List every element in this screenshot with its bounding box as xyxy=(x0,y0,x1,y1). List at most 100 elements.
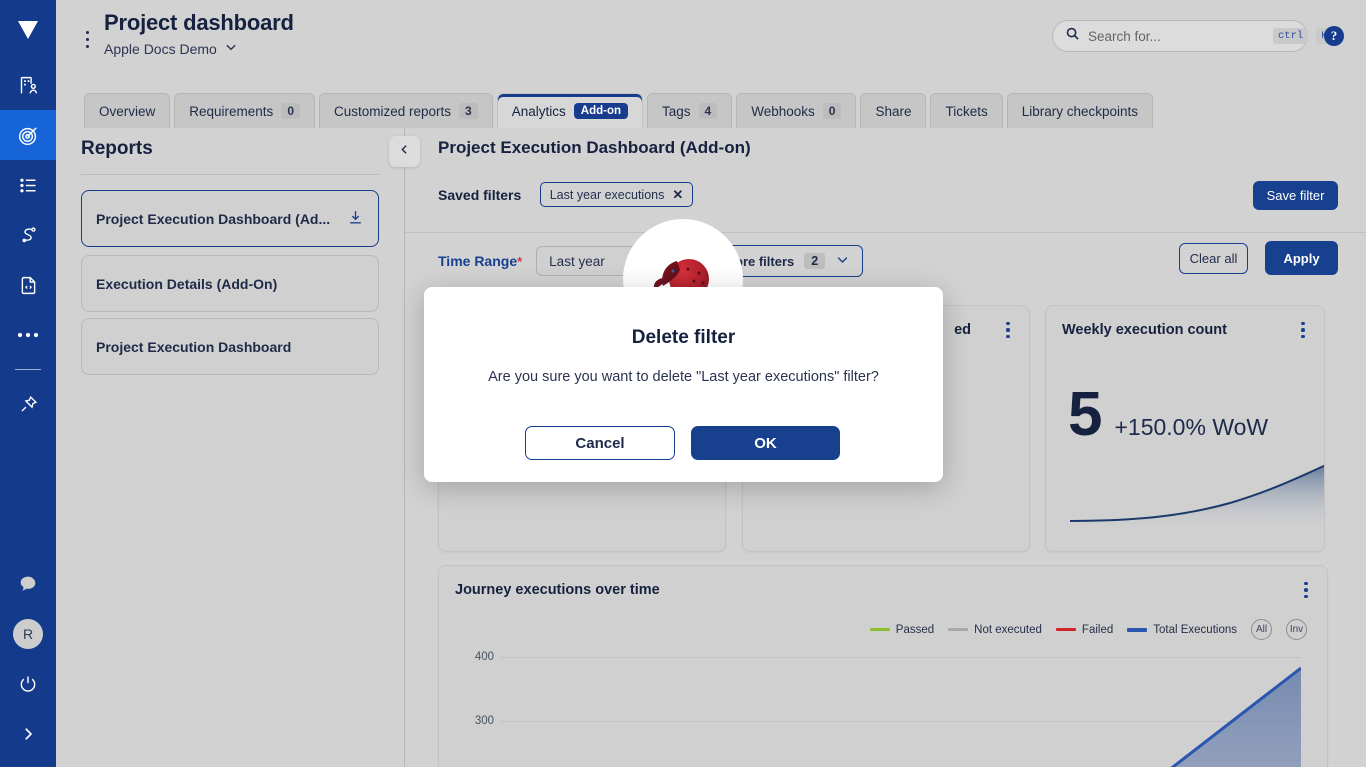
tab-label: Requirements xyxy=(189,103,274,119)
sidebar-item-journeys[interactable] xyxy=(0,210,56,260)
delete-filter-dialog: Delete filter Are you sure you want to d… xyxy=(424,287,943,482)
sidebar-item-support[interactable] xyxy=(0,559,56,609)
collapse-sidebar-button[interactable] xyxy=(389,136,420,167)
weekly-execution-kpi: 5 +150.0% WoW xyxy=(1068,380,1269,449)
download-icon[interactable] xyxy=(347,209,364,229)
tab-count: 0 xyxy=(281,103,300,119)
dialog-message: Are you sure you want to delete "Last ye… xyxy=(488,369,879,385)
file-code-icon xyxy=(18,275,39,296)
save-filter-button[interactable]: Save filter xyxy=(1253,181,1338,210)
legend-swatch xyxy=(1127,627,1148,632)
sidebar-item-more[interactable] xyxy=(0,310,56,360)
weekly-execution-count-kebab-menu-icon[interactable] xyxy=(1296,320,1310,340)
saved-filters-label: Saved filters xyxy=(438,186,522,203)
tab-count: 4 xyxy=(698,103,718,119)
tab-addon-badge: Add-on xyxy=(573,103,628,119)
reports-divider xyxy=(81,174,379,175)
app-logo[interactable] xyxy=(0,0,56,60)
legend-label: Not executed xyxy=(974,623,1042,636)
tab-label: Customized reports xyxy=(334,103,452,119)
y-tick-300: 300 xyxy=(474,715,494,727)
legend-item-not-executed[interactable]: Not executed xyxy=(948,624,1042,636)
chevron-right-icon xyxy=(19,725,37,743)
report-label: Execution Details (Add-On) xyxy=(96,275,278,292)
saved-filter-chip[interactable]: Last year executions ✕ xyxy=(539,182,694,207)
close-icon[interactable]: ✕ xyxy=(672,187,683,203)
weekly-execution-count-card[interactable]: Weekly execution count 5 +150.0% WoW xyxy=(1045,305,1325,552)
chevron-left-icon xyxy=(398,143,411,161)
chart-kebab-menu-icon[interactable] xyxy=(1299,580,1313,600)
legend-label: Passed xyxy=(895,623,935,636)
chart-legend: Passed Not executed Failed Total Executi… xyxy=(869,619,1307,640)
tab-label: Library checkpoints xyxy=(1021,103,1139,119)
chevron-down-icon xyxy=(835,252,850,270)
report-label: Project Execution Dashboard (Ad... xyxy=(96,210,331,227)
sidebar-item-pinned[interactable] xyxy=(0,379,56,429)
search-input[interactable] xyxy=(1088,28,1265,44)
sidebar-item-test-cases[interactable] xyxy=(0,160,56,210)
top-header: Project dashboard Apple Docs Demo ctrl K… xyxy=(56,0,1366,88)
ellipsis-icon xyxy=(17,331,39,339)
legend-item-passed[interactable]: Passed xyxy=(869,623,935,636)
tab-share[interactable]: Share xyxy=(860,93,927,128)
legend-item-failed[interactable]: Failed xyxy=(1055,624,1113,636)
tab-tickets[interactable]: Tickets xyxy=(930,93,1003,128)
route-icon xyxy=(18,225,39,246)
sidebar-item-projects[interactable] xyxy=(0,110,56,160)
legend-invert-toggle[interactable]: Inv xyxy=(1286,619,1307,640)
target-icon xyxy=(17,124,40,147)
sidebar-item-organization[interactable] xyxy=(0,60,56,110)
power-icon xyxy=(18,674,38,694)
left-nav-rail: R xyxy=(0,0,56,767)
weekly-execution-count-title: Weekly execution count xyxy=(1062,322,1227,338)
pin-icon xyxy=(18,394,39,415)
tab-analytics[interactable]: Analytics Add-on xyxy=(496,93,643,128)
time-range-label: Time Range* xyxy=(438,253,522,269)
filters-divider xyxy=(405,232,1366,233)
chart-plot-area: 400 300 xyxy=(439,641,1329,767)
tab-overview[interactable]: Overview xyxy=(84,93,171,128)
weekly-execution-value: 5 xyxy=(1068,380,1103,449)
tab-label: Overview xyxy=(99,103,156,119)
tab-library-checkpoints[interactable]: Library checkpoints xyxy=(1006,93,1154,128)
legend-item-total-executions[interactable]: Total Executions xyxy=(1127,624,1237,636)
header-kebab-menu-icon[interactable] xyxy=(76,24,98,54)
time-range-label-text: Time Range xyxy=(438,253,518,269)
project-name: Apple Docs Demo xyxy=(104,40,217,57)
card-middle-kebab-menu-icon[interactable] xyxy=(1001,320,1015,340)
tab-label: Webhooks xyxy=(751,103,815,119)
tab-customized-reports[interactable]: Customized reports 3 xyxy=(319,93,493,128)
tab-requirements[interactable]: Requirements 0 xyxy=(174,93,315,128)
legend-swatch xyxy=(1055,628,1076,631)
dashboard-title: Project Execution Dashboard (Add-on) xyxy=(438,138,751,157)
report-item-project-execution-dashboard[interactable]: Project Execution Dashboard xyxy=(81,318,379,375)
y-tick-400: 400 xyxy=(474,651,494,663)
tab-label: Tags xyxy=(662,103,691,119)
tab-label: Share xyxy=(875,103,912,119)
report-item-project-execution-dashboard-addon[interactable]: Project Execution Dashboard (Ad... xyxy=(81,190,379,247)
help-button[interactable]: ? xyxy=(1324,26,1344,46)
tab-tags[interactable]: Tags 4 xyxy=(647,93,733,128)
legend-all-toggle[interactable]: All xyxy=(1251,619,1272,640)
card-middle-title: ed xyxy=(954,322,971,338)
tab-webhooks[interactable]: Webhooks 0 xyxy=(736,93,857,128)
clear-all-button[interactable]: Clear all xyxy=(1179,243,1248,274)
weekly-execution-delta: +150.0% WoW xyxy=(1114,414,1269,440)
app-root: R Project dashboard Apple Docs Demo Sear… xyxy=(0,0,1366,767)
report-item-execution-details-addon[interactable]: Execution Details (Add-On) xyxy=(81,255,379,312)
journey-executions-chart-card[interactable]: Journey executions over time Passed Not … xyxy=(438,565,1328,767)
sidebar-item-scripts[interactable] xyxy=(0,260,56,310)
chevron-down-icon xyxy=(224,40,238,57)
search-box[interactable]: ctrl K xyxy=(1052,20,1333,52)
tab-count: 3 xyxy=(459,103,478,119)
apply-button[interactable]: Apply xyxy=(1265,241,1338,275)
tab-label: Analytics xyxy=(511,103,566,119)
cancel-button[interactable]: Cancel xyxy=(525,426,675,460)
project-selector[interactable]: Apple Docs Demo xyxy=(104,40,238,57)
logout-button[interactable] xyxy=(0,659,56,709)
ok-button[interactable]: OK xyxy=(691,426,840,460)
legend-swatch xyxy=(948,628,969,631)
user-avatar[interactable]: R xyxy=(0,609,56,659)
weekly-execution-sparkline xyxy=(1070,464,1324,531)
expand-rail-button[interactable] xyxy=(0,709,56,759)
